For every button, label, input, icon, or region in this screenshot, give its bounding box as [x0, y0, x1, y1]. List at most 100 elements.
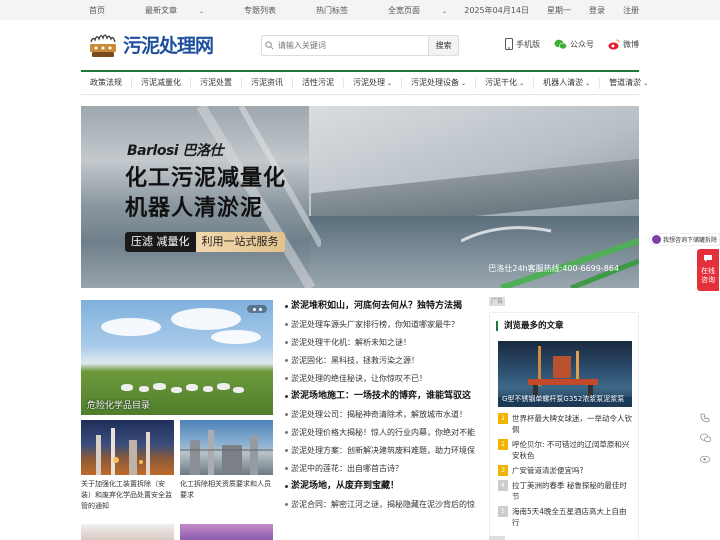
banner-tag-b: 利用一站式服务: [195, 232, 285, 252]
ad-label: 广告: [489, 297, 505, 306]
list-item[interactable]: 3 广安管道清淤便宜吗?: [498, 465, 634, 476]
list-item[interactable]: 4 拉丁美洲的春季 秘鲁探秘的最佳时节: [498, 480, 634, 502]
thumb-card[interactable]: 化工拆除相关资质要求和人员要求: [180, 420, 273, 512]
nav-label: 污泥资讯: [251, 78, 283, 87]
feature-image[interactable]: 危险化学品目录: [81, 300, 273, 415]
search-button[interactable]: 搜索: [428, 36, 458, 55]
site-logo[interactable]: 污泥处理网: [87, 27, 217, 62]
list-item-text: 呼伦贝尔: 不可错过的辽阔草原和兴安秋色: [512, 440, 630, 460]
nav-item-robot[interactable]: 机器人清淤 ⌄: [534, 77, 601, 89]
nav-item-equipment[interactable]: 污泥处理设备 ⌄: [402, 77, 477, 89]
top-nav-label: 首页: [89, 6, 105, 15]
article-headline[interactable]: 淤泥堆积如山，河底何去何从？独特方法揭: [285, 300, 477, 313]
banner-headline: 化工污泥减量化 机器人清淤泥: [125, 164, 286, 224]
thumb-title: 化工拆除相关资质要求和人员要求: [180, 480, 271, 499]
nav-item-pipe[interactable]: 管道清淤 ⌄: [600, 78, 657, 89]
pipes-icon: [461, 226, 639, 288]
article-link[interactable]: 淤泥固化：黑科技，拯救污染之源！: [285, 354, 477, 367]
weibo-tool-icon[interactable]: [695, 448, 715, 468]
date-text: 2025年04月14日: [464, 6, 529, 15]
most-viewed-list: 1 世界杯最大牌女球迷，一举动令人钦佩 2 呼伦贝尔: 不可错过的辽阔草原和兴安秋色…: [498, 413, 634, 532]
article-link[interactable]: 淤泥处理价格大揭秘！惊人的行业内幕，你绝对不能: [285, 426, 477, 439]
top-nav-label: 热门标签: [316, 6, 349, 15]
rank-badge: 3: [498, 465, 508, 476]
top-nav-item-topics[interactable]: 专题列表: [244, 5, 296, 16]
nav-item-policy[interactable]: 政策法规: [81, 78, 132, 88]
list-item-text: 世界杯最大牌女球迷，一举动令人钦佩: [512, 414, 632, 434]
nav-item-disposal[interactable]: 污泥处置: [191, 78, 242, 88]
wechat-icon: [554, 39, 567, 49]
most-viewed-image[interactable]: G型不锈钢单螺杆泵G352浓浆泵泥浆泵: [498, 341, 632, 407]
nav-item-news[interactable]: 污泥资讯: [242, 78, 293, 88]
article-link[interactable]: 淤泥处理的绝佳秘诀，让你惊叹不已！: [285, 372, 477, 385]
nav-label: 污泥处理: [353, 77, 385, 87]
wechat-label: 公众号: [570, 39, 594, 49]
banner-headline-line2: 机器人清淤泥: [125, 196, 264, 221]
search-input[interactable]: [277, 36, 429, 55]
carousel-dots[interactable]: [247, 305, 267, 313]
nav-label: 政策法规: [90, 78, 122, 87]
rank-badge: 1: [498, 413, 508, 424]
nav-item-reduction[interactable]: 污泥减量化: [132, 78, 191, 88]
thumb-image[interactable]: [81, 524, 174, 540]
top-right: 2025年04月14日 星期一 登录 注册: [446, 5, 639, 16]
article-link[interactable]: 淤泥中的莲花：出自哪首古诗？: [285, 462, 477, 475]
list-item[interactable]: 5 海南5天4晚全五星酒店高大上自由行: [498, 506, 634, 528]
consult-text: 我想咨询下储罐拆除: [663, 237, 718, 244]
nav-item-activated[interactable]: 活性污泥: [293, 78, 344, 88]
chevron-down-icon: ⌄: [199, 8, 205, 15]
chevron-down-icon: ⌄: [519, 79, 525, 87]
top-nav-item-home[interactable]: 首页: [89, 5, 125, 16]
article-list: 淤泥堆积如山，河底何去何从？独特方法揭 淤泥处理车源头厂家排行榜，你知道哪家最牛…: [285, 300, 477, 516]
mobile-label: 手机版: [516, 39, 540, 49]
banner-headline-line1: 化工污泥减量化: [125, 166, 287, 191]
thumb-image: [180, 420, 273, 475]
weibo-link[interactable]: 微博: [608, 38, 639, 50]
main-nav: 政策法规 污泥减量化 污泥处置 污泥资讯 活性污泥 污泥处理 ⌄ 污泥处理设备 ⌄ …: [81, 70, 648, 95]
most-viewed-caption: G型不锈钢单螺杆泵G352浓浆泵泥浆泵: [502, 395, 625, 403]
online-consult-button[interactable]: 在线咨询: [697, 249, 719, 291]
consult-bubble[interactable]: 我想咨询下储罐拆除: [649, 233, 720, 246]
login-link[interactable]: 登录: [589, 5, 605, 16]
wechat-link[interactable]: 公众号: [554, 38, 594, 50]
article-headline[interactable]: 淤泥场地施工：一场技术的博弈，谁能驾驭这: [285, 390, 477, 403]
thumb-list-2: [81, 524, 273, 540]
nav-label: 活性污泥: [302, 78, 334, 87]
article-link[interactable]: 淤泥处理方案：创新解决建筑废料难题，助力环境保: [285, 444, 477, 457]
chevron-down-icon: ⌄: [585, 79, 591, 87]
thumb-image[interactable]: [180, 524, 273, 540]
top-nav-item-latest[interactable]: 最新文章 ⌄: [145, 5, 224, 16]
article-link[interactable]: 淤泥处理干化机：解析未知之谜！: [285, 336, 477, 349]
article-link[interactable]: 淤泥处理公司：揭秘神奇清除术，解放城市水道！: [285, 408, 477, 421]
list-item[interactable]: 2 呼伦贝尔: 不可错过的辽阔草原和兴安秋色: [498, 439, 634, 461]
article-headline[interactable]: 淤泥场地，从废弃到宝藏！: [285, 480, 477, 493]
rank-badge: 4: [498, 480, 508, 491]
top-nav: 首页 最新文章 ⌄ 专题列表 热门标签 全宽页面 ⌄: [89, 5, 487, 16]
search-box: 搜索: [261, 35, 459, 56]
nav-item-treatment[interactable]: 污泥处理 ⌄: [344, 77, 403, 89]
rank-badge: 2: [498, 439, 508, 450]
article-link[interactable]: 淤泥处理车源头厂家排行榜，你知道哪家最牛？: [285, 318, 477, 331]
banner-hotline: 巴洛仕24h客服热线:400-6699-864: [488, 264, 619, 273]
top-nav-label: 最新文章: [145, 6, 177, 15]
weibo-label: 微博: [623, 39, 639, 49]
mobile-link[interactable]: 手机版: [505, 38, 540, 50]
phone-tool-icon[interactable]: [695, 408, 715, 428]
thumb-card[interactable]: 关于加强化工装置拆除（安装）和废弃化学品处置安全监管的通知: [81, 420, 174, 512]
most-viewed-title: 浏览最多的文章: [496, 321, 564, 331]
nav-item-drying[interactable]: 污泥干化 ⌄: [476, 77, 535, 89]
feature-caption: 危险化学品目录: [87, 401, 151, 411]
article-link[interactable]: 淤泥合同：解密江河之谜，揭秘隐藏在泥沙背后的惊: [285, 498, 477, 511]
top-nav-item-tags[interactable]: 热门标签: [316, 5, 368, 16]
nav-label: 污泥减量化: [141, 78, 181, 87]
chevron-down-icon: ⌄: [461, 79, 467, 87]
side-toolbar: [695, 408, 715, 468]
logo-mark-icon: [87, 30, 119, 60]
hero-banner[interactable]: Barlosi 巴洛仕 化工污泥减量化 机器人清淤泥 压滤 减量化 利用一站式服…: [81, 106, 639, 288]
wechat-tool-icon[interactable]: [695, 428, 715, 448]
list-item[interactable]: 1 世界杯最大牌女球迷，一举动令人钦佩: [498, 413, 634, 435]
banner-tag: 压滤 减量化 利用一站式服务: [125, 232, 285, 252]
register-link[interactable]: 注册: [623, 5, 639, 16]
thumb-list: 关于加强化工装置拆除（安装）和废弃化学品处置安全监管的通知 化工拆除相关资质要求…: [81, 420, 273, 512]
online-consult-label: 在线咨询: [701, 267, 715, 284]
